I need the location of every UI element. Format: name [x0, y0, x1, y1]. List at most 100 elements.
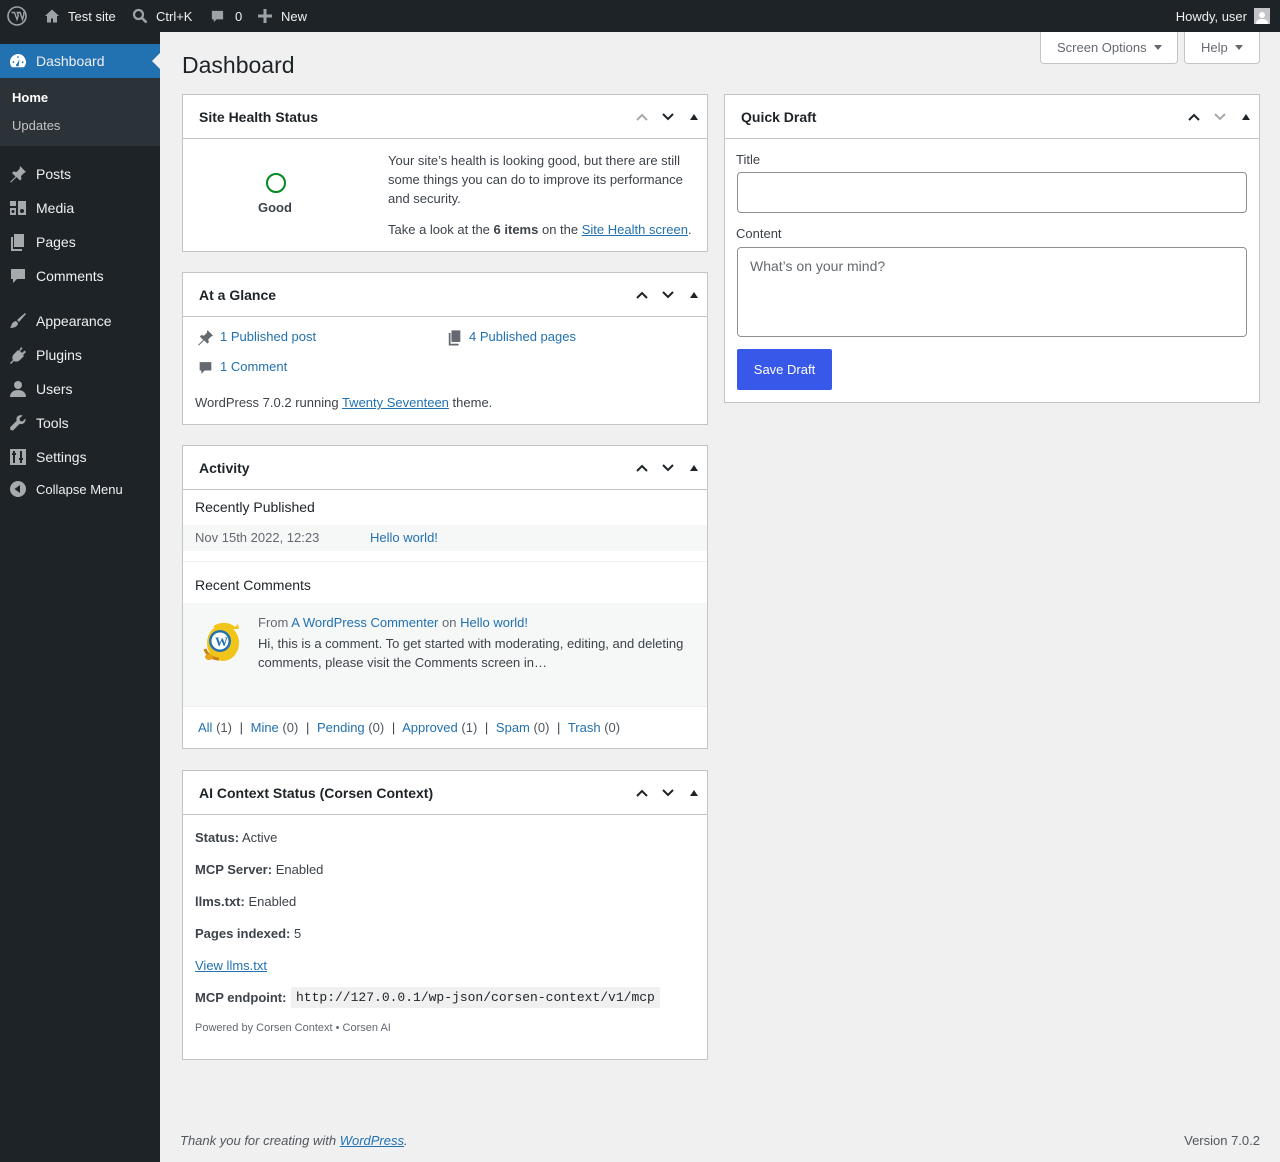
- post-date: Nov 15th 2022, 12:23: [195, 530, 320, 545]
- comments-count-link[interactable]: 1 Comment: [220, 359, 287, 374]
- move-down-icon[interactable]: [658, 458, 678, 478]
- pushpin-icon: [9, 165, 27, 183]
- at-a-glance-widget: At a Glance 1 Published post 4 Published…: [182, 272, 708, 425]
- wordpress-logo-icon[interactable]: [7, 0, 27, 32]
- greeting: Howdy, user: [1175, 8, 1247, 24]
- widget-title: Quick Draft: [741, 109, 817, 125]
- filter-pending-link[interactable]: Pending: [317, 720, 365, 735]
- comment-item: W From A WordPress Commenter on Hello wo…: [183, 603, 707, 706]
- divider: [183, 706, 707, 707]
- separator: |: [557, 720, 561, 735]
- published-posts-link[interactable]: 1 Published post: [220, 329, 316, 344]
- recent-comments-heading: Recent Comments: [195, 577, 311, 593]
- menu-settings-label: Settings: [36, 449, 87, 465]
- move-down-icon[interactable]: [658, 285, 678, 305]
- menu-settings[interactable]: Settings: [0, 440, 160, 474]
- filter-mine-link[interactable]: Mine: [251, 720, 279, 735]
- help-button[interactable]: Help: [1184, 32, 1260, 64]
- powered-by: Powered by Corsen Context • Corsen AI: [195, 1022, 391, 1034]
- avatar: [1254, 8, 1270, 24]
- move-up-icon[interactable]: [1184, 107, 1204, 127]
- move-down-icon[interactable]: [658, 107, 678, 127]
- filter-count: (0): [533, 720, 550, 735]
- submenu-updates[interactable]: Updates: [12, 118, 60, 133]
- comments-link[interactable]: 0: [210, 0, 242, 32]
- post-title-link[interactable]: Hello world!: [370, 530, 438, 545]
- media-icon: [9, 199, 27, 217]
- account-menu[interactable]: Howdy, user: [1176, 0, 1270, 32]
- user-icon: [9, 380, 27, 398]
- toggle-panel-icon[interactable]: [684, 285, 704, 305]
- draft-title-input[interactable]: [737, 172, 1247, 213]
- widget-header: Site Health Status: [183, 95, 707, 139]
- items-count: 6 items: [493, 222, 539, 237]
- menu-pages[interactable]: Pages: [0, 225, 160, 259]
- plus-icon: [258, 9, 272, 23]
- menu-posts[interactable]: Posts: [0, 157, 160, 191]
- search-icon: [132, 8, 148, 24]
- menu-comments-label: Comments: [36, 268, 104, 284]
- thanks-suffix: .: [404, 1133, 408, 1148]
- menu-tools[interactable]: Tools: [0, 406, 160, 440]
- separator: |: [484, 720, 489, 735]
- pages-indexed-label: Pages indexed:: [195, 926, 291, 941]
- published-pages-link[interactable]: 4 Published pages: [469, 329, 576, 344]
- menu-appearance[interactable]: Appearance: [0, 304, 160, 338]
- theme-link[interactable]: Twenty Seventeen: [342, 395, 449, 410]
- caret-down-icon: [1234, 45, 1243, 50]
- settings-sliders-icon: [9, 448, 27, 466]
- save-draft-button[interactable]: Save Draft: [737, 349, 832, 390]
- toggle-panel-icon[interactable]: [684, 783, 704, 803]
- widget-title: At a Glance: [199, 287, 277, 303]
- admin-sidebar: Dashboard Home Updates Posts Media Pages…: [0, 32, 160, 1162]
- toggle-panel-icon[interactable]: [1236, 107, 1256, 127]
- screen-options-button[interactable]: Screen Options: [1040, 32, 1178, 64]
- collapse-menu-button[interactable]: Collapse Menu: [0, 472, 160, 506]
- main-content: Dashboard Screen Options Help Site Healt…: [160, 32, 1280, 1162]
- site-name-link[interactable]: Test site: [44, 0, 116, 32]
- menu-media[interactable]: Media: [0, 191, 160, 225]
- move-down-icon[interactable]: [1210, 107, 1230, 127]
- widget-header: Activity: [183, 446, 707, 490]
- site-health-link[interactable]: Site Health screen: [582, 222, 688, 237]
- menu-plugins[interactable]: Plugins: [0, 338, 160, 372]
- comment-post-link[interactable]: Hello world!: [460, 615, 528, 630]
- toggle-panel-icon[interactable]: [684, 458, 704, 478]
- filter-trash-link[interactable]: Trash: [568, 720, 601, 735]
- comment-bubble-icon: [9, 267, 27, 285]
- screen-options-label: Screen Options: [1057, 40, 1147, 55]
- comment-author-link[interactable]: A WordPress Commenter: [291, 615, 438, 630]
- version-line: WordPress 7.0.2 running Twenty Seventeen…: [195, 395, 492, 410]
- health-indicator-icon: [266, 173, 286, 193]
- widget-title: AI Context Status (Corsen Context): [199, 785, 434, 801]
- pages-icon: [447, 329, 463, 349]
- page-title: Dashboard: [182, 52, 295, 78]
- widget-header: Quick Draft: [725, 95, 1259, 139]
- menu-comments[interactable]: Comments: [0, 259, 160, 293]
- svg-text:W: W: [215, 634, 228, 649]
- filter-spam-link[interactable]: Spam: [496, 720, 530, 735]
- command-palette-button[interactable]: Ctrl+K: [132, 0, 192, 32]
- move-up-icon[interactable]: [632, 285, 652, 305]
- move-up-icon[interactable]: [632, 107, 652, 127]
- move-up-icon[interactable]: [632, 458, 652, 478]
- filter-count: (1): [461, 720, 478, 735]
- wordpress-link[interactable]: WordPress: [340, 1133, 404, 1148]
- filter-all-link[interactable]: All: [198, 720, 212, 735]
- submenu-home[interactable]: Home: [12, 90, 48, 105]
- wrench-icon: [9, 414, 27, 432]
- items-prefix: Take a look at the: [388, 222, 490, 237]
- toggle-panel-icon[interactable]: [684, 107, 704, 127]
- footer-version: Version 7.0.2: [1184, 1133, 1260, 1148]
- view-llms-link[interactable]: View llms.txt: [195, 958, 267, 973]
- quick-draft-widget: Quick Draft Title Content What’s on your…: [724, 94, 1260, 403]
- move-up-icon[interactable]: [632, 783, 652, 803]
- new-content-link[interactable]: New: [258, 0, 307, 32]
- draft-content-textarea[interactable]: What’s on your mind?: [737, 247, 1247, 337]
- widget-header: AI Context Status (Corsen Context): [183, 771, 707, 815]
- menu-dashboard[interactable]: Dashboard: [0, 44, 160, 78]
- menu-users[interactable]: Users: [0, 372, 160, 406]
- filter-approved-link[interactable]: Approved: [402, 720, 458, 735]
- llms-value: Enabled: [248, 894, 297, 909]
- move-down-icon[interactable]: [658, 783, 678, 803]
